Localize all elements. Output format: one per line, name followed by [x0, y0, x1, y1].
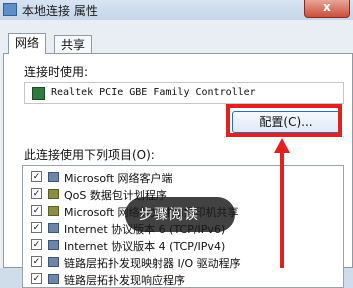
protocol-icon	[48, 274, 59, 284]
network-card-icon	[32, 87, 45, 100]
network-adapter-icon	[3, 3, 17, 16]
checkbox[interactable]: ✓	[31, 205, 42, 216]
close-button[interactable]: x	[304, 0, 350, 18]
checkbox[interactable]: ✓	[31, 222, 42, 233]
service-icon	[48, 189, 59, 199]
list-item[interactable]: ✓ 链路层拓扑发现响应程序	[23, 271, 343, 287]
checkbox[interactable]: ✓	[31, 273, 42, 284]
list-item[interactable]: ✓ Microsoft 网络客户端	[23, 169, 343, 186]
checkbox[interactable]: ✓	[31, 256, 42, 267]
close-icon: x	[323, 0, 331, 14]
protocol-icon	[48, 223, 59, 233]
adapter-name: Realtek PCIe GBE Family Controller	[51, 87, 256, 98]
tab-sharing[interactable]: 共享	[54, 35, 93, 54]
item-label: 链路层拓扑发现响应程序	[64, 274, 185, 287]
protocol-icon	[48, 257, 59, 267]
adapter-field: Realtek PCIe GBE Family Controller	[24, 82, 344, 104]
list-item[interactable]: ✓ Internet 协议版本 4 (TCP/IPv4)	[23, 237, 343, 254]
step-reading-button[interactable]: 步骤阅读	[125, 197, 235, 232]
item-label: Microsoft 网络客户端	[64, 172, 173, 185]
window-title: 本地连接 属性	[22, 4, 98, 18]
items-label: 此连接使用下列项目(O):	[24, 148, 155, 162]
item-label: 链路层拓扑发现映射器 I/O 驱动程序	[64, 257, 241, 270]
item-label: Internet 协议版本 4 (TCP/IPv4)	[64, 240, 226, 253]
configure-highlight-frame	[226, 104, 342, 137]
list-item[interactable]: ✓ 链路层拓扑发现映射器 I/O 驱动程序	[23, 254, 343, 271]
service-icon	[48, 206, 59, 216]
arrow-shaft	[280, 151, 284, 268]
connect-using-label: 连接时使用:	[24, 65, 89, 79]
checkbox[interactable]: ✓	[31, 188, 42, 199]
protocol-icon	[48, 240, 59, 250]
tab-network[interactable]: 网络	[8, 33, 47, 54]
title-bar: 本地连接 属性 x	[0, 0, 353, 20]
step-reading-label: 步骤阅读	[139, 207, 199, 223]
client-icon	[48, 172, 59, 182]
checkbox[interactable]: ✓	[31, 171, 42, 182]
checkbox[interactable]: ✓	[31, 239, 42, 250]
